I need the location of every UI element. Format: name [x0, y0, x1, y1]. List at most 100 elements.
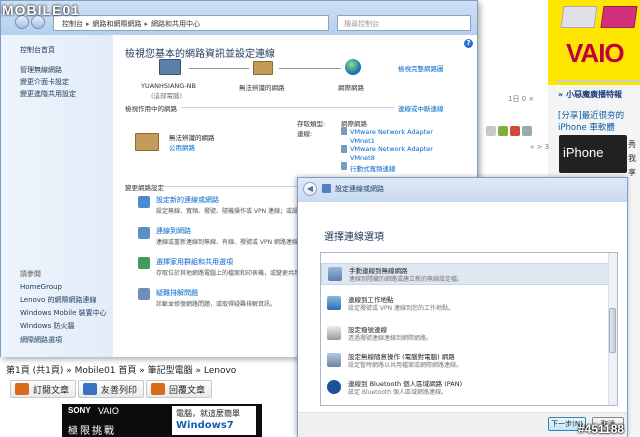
right-column-headline[interactable]: » 小惡魔廣播特報: [558, 89, 622, 100]
see-also-internet-options[interactable]: 網際網路選項: [20, 335, 62, 345]
option-manual-wireless[interactable]: 手動連線到無線網路 連線到隱藏的網路或建立新的無線設定檔。: [321, 263, 611, 285]
featured-post-image[interactable]: iPhone: [559, 135, 627, 173]
see-also-label: 請參閱: [20, 270, 41, 278]
public-network-icon: [135, 133, 159, 151]
network-type-link[interactable]: 公用網路: [169, 142, 195, 152]
network-adapter-icon: [341, 127, 347, 135]
ad-text: 電腦，就這麼簡單: [176, 409, 240, 418]
scrollbar-thumb[interactable]: [609, 308, 616, 353]
quote-icon[interactable]: [486, 126, 496, 136]
ad-brand: VAIO: [98, 406, 119, 416]
address-bar[interactable]: 控制台 ▸ 網路和網際網路 ▸ 網路和共用中心: [53, 15, 329, 31]
page-navigation[interactable]: « > 3: [530, 143, 549, 151]
task-troubleshoot[interactable]: 疑難排解問題: [156, 288, 198, 298]
option-desc: 設定 Bluetooth 個人區域網路連線。: [348, 389, 447, 396]
featured-post-side-text: 秀 我 享: [628, 140, 636, 177]
computer-sub: (這部電腦): [151, 92, 183, 100]
globe-icon: [345, 59, 361, 75]
connection-line: [279, 68, 341, 69]
option-workplace[interactable]: 連線到工作地點 設定撥號或 VPN 連線到您的工作地點。: [321, 293, 611, 315]
back-button[interactable]: ◀: [303, 182, 317, 196]
task-desc: 設定無線、寬頻、撥號、隨機操作或 VPN 連線；或設定路: [156, 208, 311, 215]
sidebar: 控制台首頁 管理無線網路 變更介面卡設定 變更進階共用設定 請參閱 HomeGr…: [1, 35, 113, 357]
network-setup-icon: [322, 184, 331, 193]
forum-breadcrumb[interactable]: 第1頁 (共1頁) » Mobile01 首頁 » 筆記型電腦 » Lenovo: [6, 363, 236, 376]
ad-brand: VAIO: [566, 38, 625, 68]
connect-disconnect-link[interactable]: 連線或中斷連線: [398, 103, 444, 113]
image-caption: iPhone: [563, 145, 604, 160]
computer-name: YUANHSIANG-NB: [141, 82, 196, 90]
task-connect[interactable]: 連線到網路: [156, 226, 191, 236]
connection-mobile[interactable]: 行動式寬頻連線: [350, 163, 396, 173]
address-crumb[interactable]: 網路和共用中心: [151, 20, 200, 28]
new-connection-icon: [138, 196, 150, 208]
print-button[interactable]: 友善列印: [78, 380, 145, 398]
divider: [181, 107, 393, 108]
help-icon[interactable]: ?: [464, 39, 473, 48]
connect-network-icon: [138, 227, 150, 239]
connection-options-list: 手動連線到無線網路 連線到隱藏的網路或建立新的無線設定檔。 連線到工作地點 設定…: [320, 252, 618, 406]
mobile01-logo: MOBILE01: [2, 2, 81, 18]
internet-label: 網際網路: [338, 84, 364, 92]
ad-windows-box: 電腦，就這麼簡單 Windows7: [172, 406, 256, 435]
middle-network-label: 無法辨識的網路: [239, 84, 285, 92]
option-desc: 透過撥號連線連線到網際網路。: [348, 335, 433, 342]
homegroup-icon: [138, 257, 150, 269]
option-adhoc[interactable]: 設定無線隨意操作 (電腦對電腦) 網路 設定暫時網路以共用檔案或網際網路連線。: [321, 350, 611, 372]
change-settings-label: 變更網路設定: [125, 184, 164, 192]
button-label: 友善列印: [101, 386, 138, 396]
search-input[interactable]: 搜尋控制台: [337, 15, 471, 31]
laptop-image: [560, 6, 598, 28]
post-action-icons[interactable]: [486, 126, 546, 138]
vaio-banner-ad[interactable]: VAIO: [548, 0, 640, 85]
print-icon: [83, 383, 97, 395]
connection-vmnet1[interactable]: VMware Network Adapter VMnet1: [350, 128, 442, 146]
bluetooth-icon: [327, 380, 341, 394]
sidebar-item-wireless[interactable]: 管理無線網路: [20, 65, 62, 75]
subscribe-button[interactable]: 訂閱文章: [10, 380, 77, 398]
see-also-homegroup[interactable]: HomeGroup: [20, 283, 62, 291]
mobile-broadband-icon: [341, 162, 347, 170]
reply-icon: [151, 383, 165, 395]
reply-button[interactable]: 回覆文章: [146, 380, 213, 398]
option-bluetooth-pan[interactable]: 連線到 Bluetooth 個人區域網路 (PAN) 設定 Bluetooth …: [321, 377, 611, 399]
task-homegroup[interactable]: 選擇家用群組和共用選項: [156, 257, 233, 267]
report-icon[interactable]: [510, 126, 520, 136]
reply-icon[interactable]: [498, 126, 508, 136]
see-also-mobile-center[interactable]: Windows Mobile 裝置中心: [20, 308, 107, 318]
setup-connection-dialog: ◀ 設定連線或網路 選擇連線選項 手動連線到無線網路 連線到隱藏的網路或建立新的…: [297, 177, 628, 437]
workplace-icon: [327, 296, 341, 310]
task-desc: 連線或重新連線到無線、有線、撥號或 VPN 網路連線。: [156, 239, 305, 246]
address-crumb[interactable]: 網路和網際網路: [93, 20, 142, 28]
full-map-link[interactable]: 檢視完整網路圖: [398, 63, 444, 73]
sidebar-item-home[interactable]: 控制台首頁: [20, 45, 55, 55]
ad-brand: SONY: [68, 406, 91, 415]
featured-post-link[interactable]: [分享]最近很夯的iPhone 車軟體: [558, 110, 640, 134]
task-desc: 診斷並修復網路問題，或取得疑難排解資訊。: [156, 301, 277, 308]
divider: [556, 80, 640, 82]
page-title: 檢視您基本的網路資訊並設定連線: [125, 49, 275, 60]
button-label: 訂閱文章: [33, 386, 70, 396]
wireless-icon: [328, 267, 342, 281]
option-desc: 設定撥號或 VPN 連線到您的工作地點。: [348, 305, 455, 312]
task-new-connection[interactable]: 設定新的連線或網路: [156, 195, 219, 205]
sidebar-item-sharing[interactable]: 變更進階共用設定: [20, 89, 76, 99]
option-desc: 設定暫時網路以共用檔案或網際網路連線。: [348, 362, 463, 369]
address-crumb[interactable]: 控制台: [62, 20, 83, 28]
watermark: #451188: [578, 422, 625, 436]
more-icon[interactable]: [522, 126, 532, 136]
dialog-heading: 選擇連線選項: [324, 232, 384, 243]
button-label: 回覆文章: [169, 386, 206, 396]
laptop-image: [600, 6, 638, 28]
connection-line: [189, 68, 249, 69]
see-also-lenovo[interactable]: Lenovo 的網際網路連線: [20, 295, 96, 305]
ad-slogan: 極限挑戰: [68, 426, 116, 437]
sidebar-item-adapter[interactable]: 變更介面卡設定: [20, 77, 69, 87]
connection-vmnet8[interactable]: VMware Network Adapter VMnet8: [350, 145, 442, 163]
see-also-firewall[interactable]: Windows 防火牆: [20, 321, 74, 331]
sony-vaio-banner-ad[interactable]: SONY VAIO 極限挑戰 電腦，就這麼簡單 Windows7: [62, 404, 262, 437]
troubleshoot-icon: [138, 288, 150, 300]
option-dialup[interactable]: 設定撥號連線 透過撥號連線連線到網際網路。: [321, 323, 611, 345]
network-name: 無法辨識的網路: [169, 134, 215, 142]
access-type-label: 存取類型:: [297, 120, 326, 128]
